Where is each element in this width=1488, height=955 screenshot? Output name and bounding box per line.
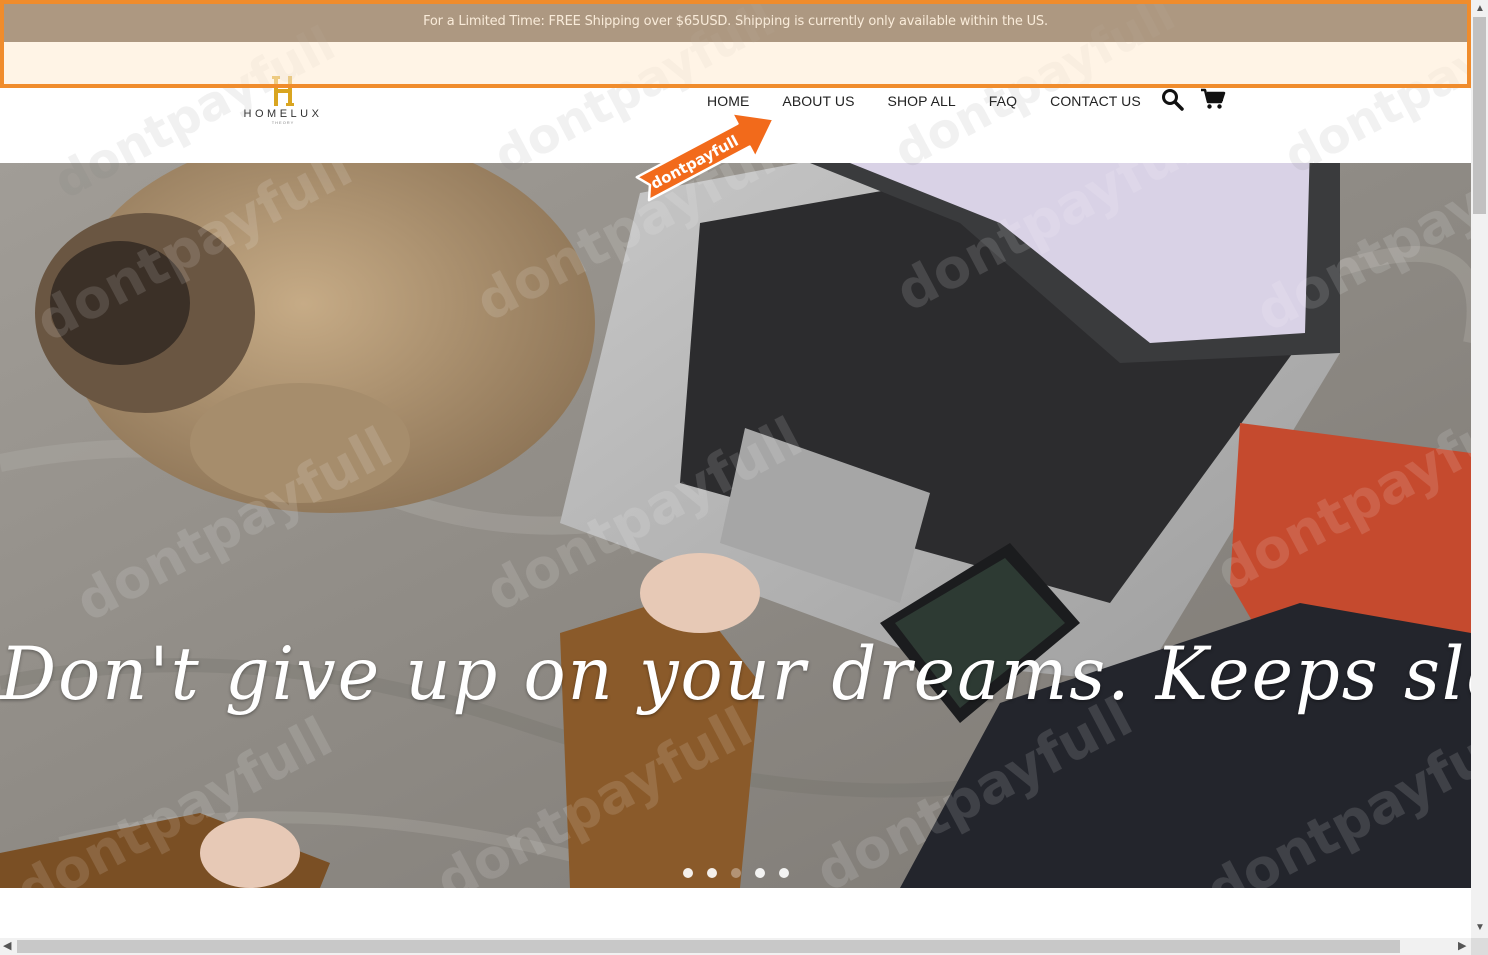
nav-contact-us[interactable]: CONTACT US bbox=[1050, 93, 1141, 109]
logo-mark-icon bbox=[272, 76, 294, 106]
logo-subtitle: THEORY bbox=[271, 120, 295, 125]
hero-slideshow[interactable]: dontpayfull dontpayfull dontpayfull dont… bbox=[0, 163, 1471, 888]
promo-ribbon[interactable]: dontpayfull bbox=[630, 98, 790, 208]
slide-indicators bbox=[683, 868, 803, 878]
vertical-scrollbar[interactable]: ▲ ▼ bbox=[1471, 0, 1488, 938]
slide-dot[interactable] bbox=[755, 868, 765, 878]
search-icon bbox=[1162, 89, 1184, 111]
scroll-left-icon[interactable]: ◀ bbox=[3, 939, 11, 952]
vertical-scroll-thumb[interactable] bbox=[1473, 17, 1486, 214]
slide-dot[interactable] bbox=[683, 868, 693, 878]
logo-wordmark: HOMELUX bbox=[243, 108, 323, 120]
ribbon-label: dontpayfull bbox=[648, 132, 742, 193]
search-button[interactable] bbox=[1161, 88, 1185, 112]
scroll-right-icon[interactable]: ▶ bbox=[1458, 939, 1466, 952]
cart-button[interactable] bbox=[1200, 88, 1226, 110]
cart-icon bbox=[1201, 88, 1226, 109]
horizontal-scroll-thumb[interactable] bbox=[17, 940, 1400, 953]
slide-dot[interactable] bbox=[731, 868, 741, 878]
nav-shop-all[interactable]: SHOP ALL bbox=[888, 93, 956, 109]
logo[interactable]: HOMELUX THEORY bbox=[242, 76, 324, 125]
announcement-text: For a Limited Time: FREE Shipping over $… bbox=[423, 13, 1048, 29]
scroll-down-icon[interactable]: ▼ bbox=[1475, 922, 1485, 933]
nav-about-us[interactable]: ABOUT US bbox=[782, 93, 854, 109]
slide-dot[interactable] bbox=[779, 868, 789, 878]
ribbon-arrow-icon: dontpayfull bbox=[635, 111, 775, 202]
horizontal-scrollbar[interactable]: ◀ ▶ bbox=[0, 938, 1471, 955]
slide-dot[interactable] bbox=[707, 868, 717, 878]
scroll-up-icon[interactable]: ▲ bbox=[1475, 3, 1485, 14]
nav-faq[interactable]: FAQ bbox=[989, 93, 1017, 109]
announcement-bar: For a Limited Time: FREE Shipping over $… bbox=[0, 0, 1471, 42]
scrollbar-corner bbox=[1471, 938, 1488, 955]
hero-image bbox=[0, 163, 1471, 888]
hero-caption: Don't give up on your dreams. Keeps slee… bbox=[0, 630, 1471, 718]
